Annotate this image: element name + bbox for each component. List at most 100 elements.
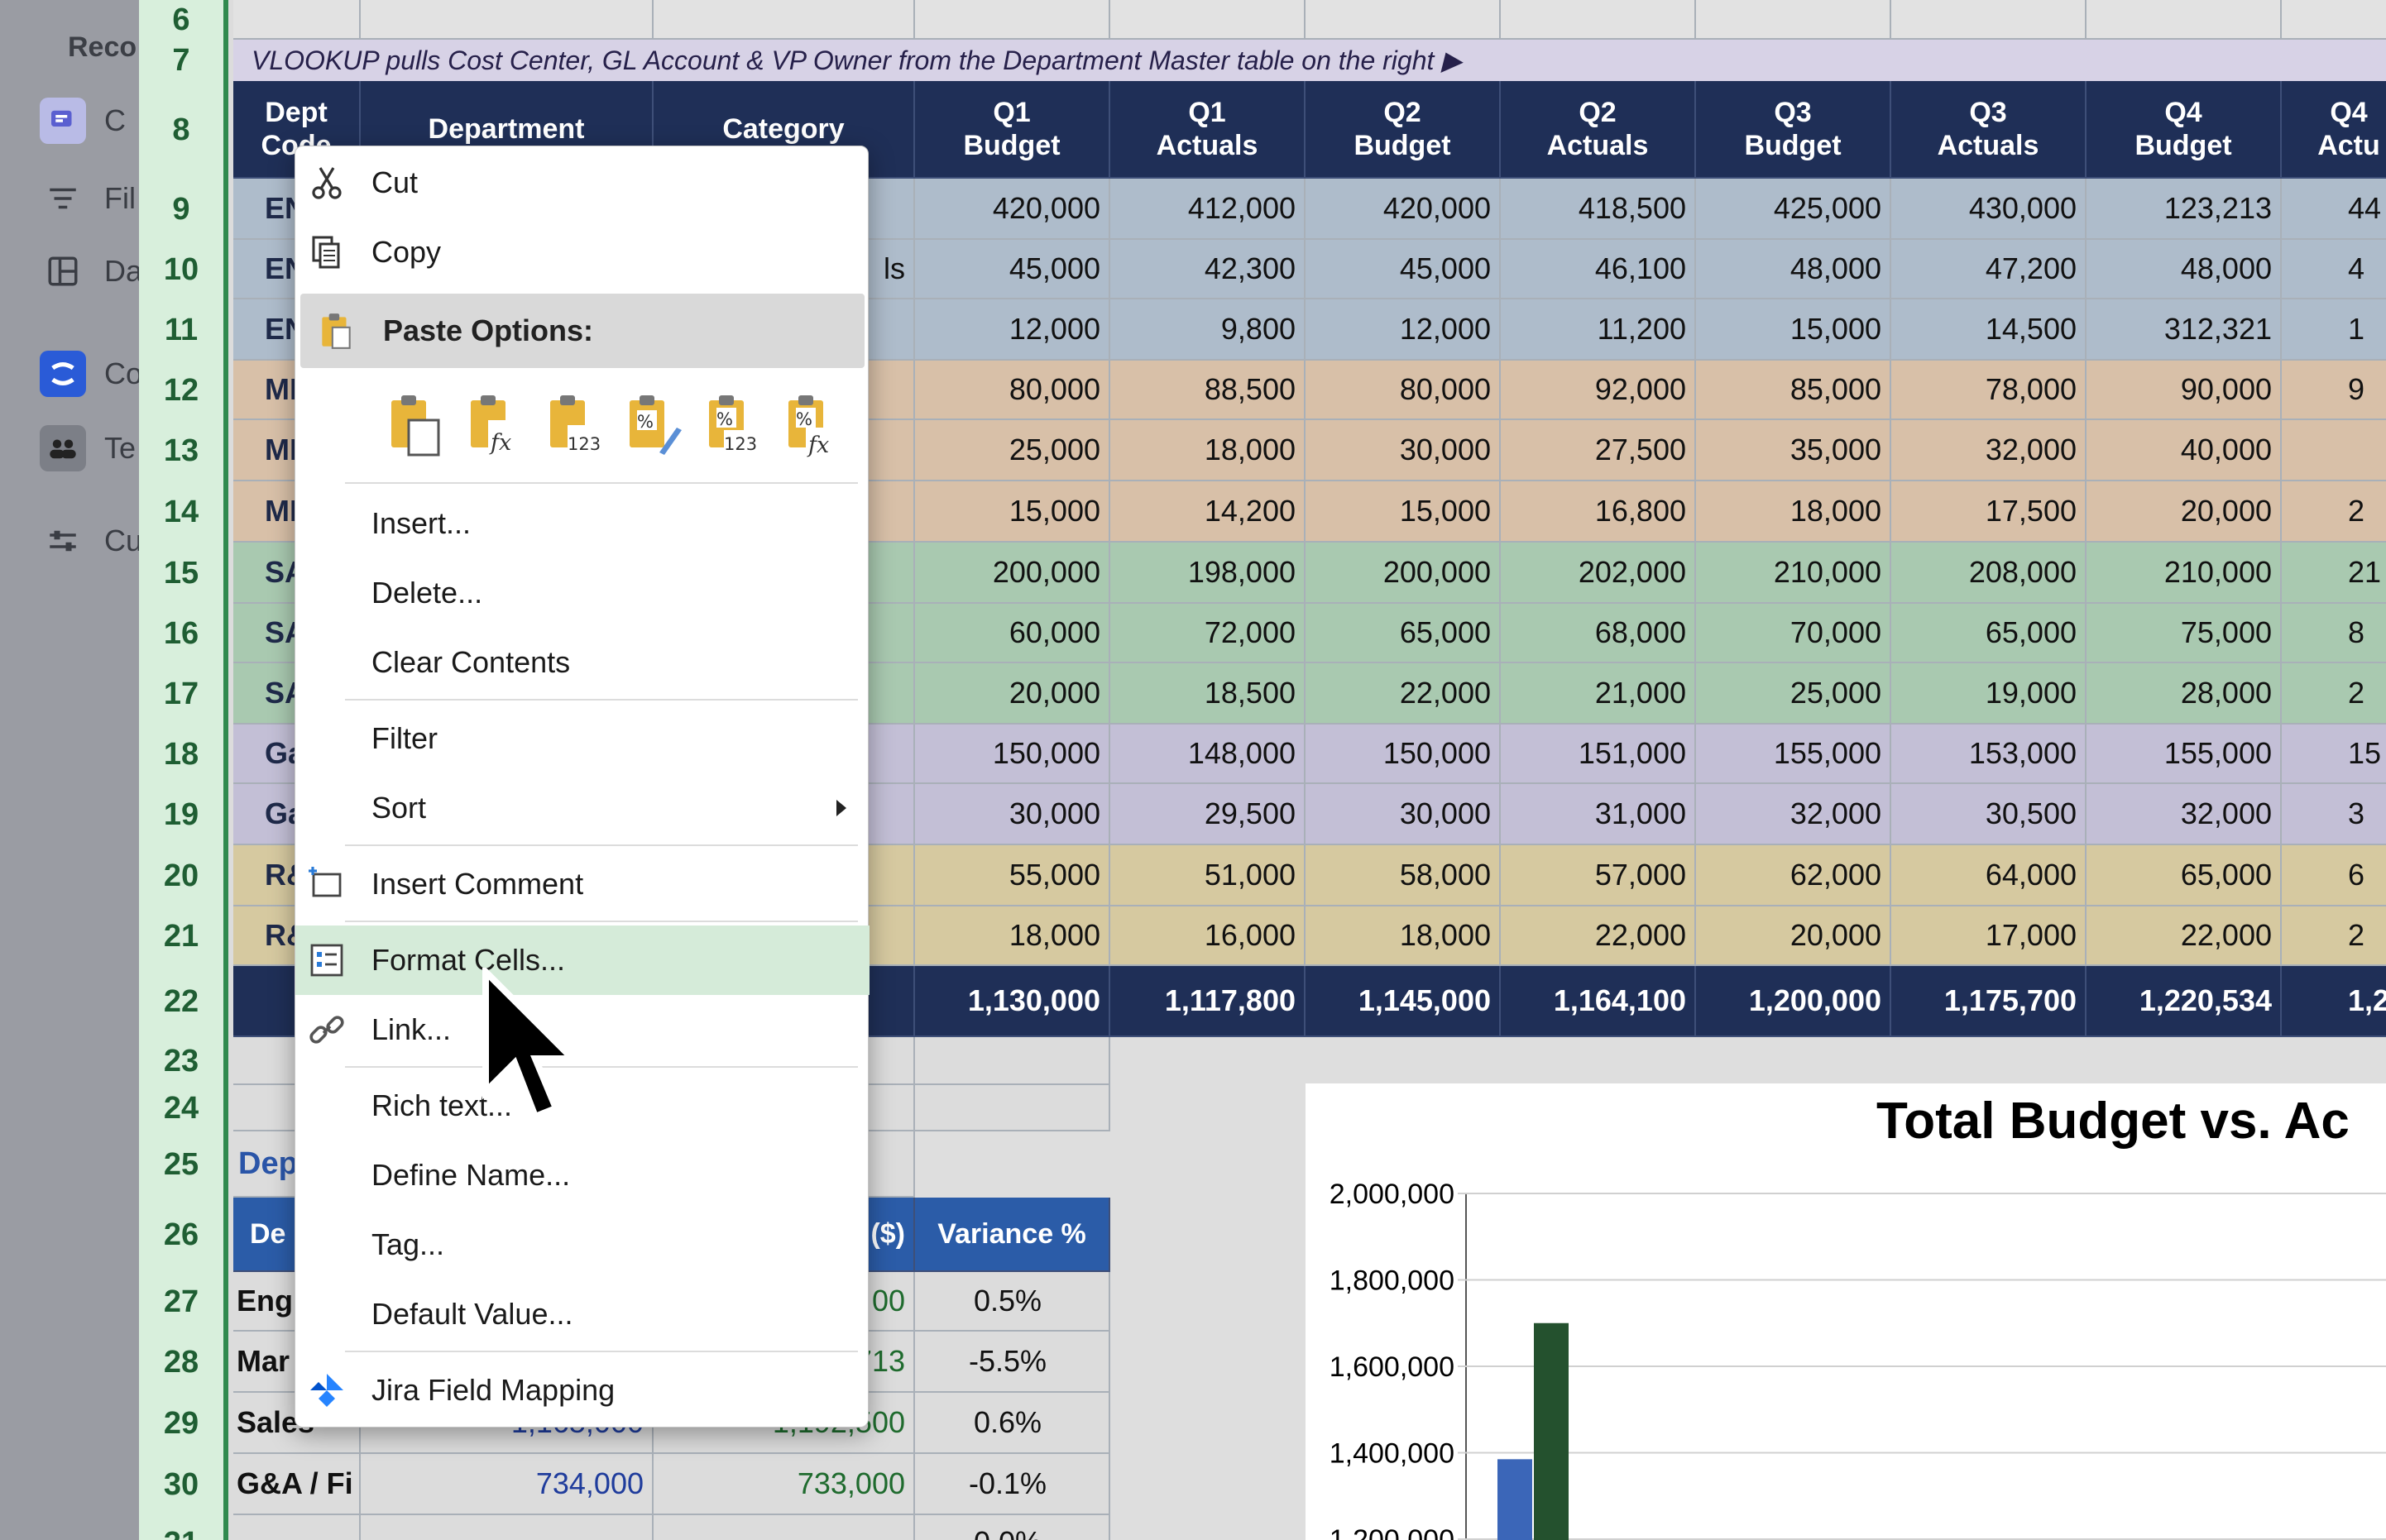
value-cell[interactable]: 30,000 bbox=[915, 784, 1110, 845]
value-cell[interactable]: 65,000 bbox=[1891, 604, 2087, 663]
value-cell[interactable]: 60,000 bbox=[915, 604, 1110, 663]
row-number[interactable]: 26 bbox=[139, 1198, 223, 1272]
value-cell[interactable]: 1 bbox=[2282, 299, 2386, 361]
sidebar-item-chat[interactable]: C bbox=[0, 98, 126, 144]
row-number[interactable]: 9 bbox=[139, 179, 223, 240]
total-cell[interactable]: 1,200,000 bbox=[1696, 966, 1891, 1037]
value-cell[interactable]: 45,000 bbox=[915, 240, 1110, 299]
value-cell[interactable]: 32,000 bbox=[1696, 784, 1891, 845]
summary-variance-cell[interactable]: 0.5% bbox=[915, 1272, 1110, 1332]
menu-item-define-name[interactable]: Define Name... bbox=[295, 1141, 870, 1210]
value-cell[interactable]: 155,000 bbox=[1696, 725, 1891, 784]
summary-dept-cell[interactable]: G&A / Fi bbox=[233, 1454, 361, 1515]
value-cell[interactable]: 412,000 bbox=[1110, 179, 1306, 240]
value-cell[interactable]: 14,500 bbox=[1891, 299, 2087, 361]
row-number[interactable]: 27 bbox=[139, 1272, 223, 1332]
value-cell[interactable]: 15 bbox=[2282, 725, 2386, 784]
value-cell[interactable]: 430,000 bbox=[1891, 179, 2087, 240]
empty-cell[interactable] bbox=[233, 0, 361, 40]
summary-variance-cell[interactable]: -5.5% bbox=[915, 1332, 1110, 1393]
value-cell[interactable]: 3 bbox=[2282, 784, 2386, 845]
value-cell[interactable]: 208,000 bbox=[1891, 543, 2087, 604]
empty-cell[interactable] bbox=[1110, 0, 1306, 40]
chart-bar[interactable] bbox=[1534, 1322, 1569, 1540]
value-cell[interactable]: 68,000 bbox=[1501, 604, 1696, 663]
summary-budget-cell[interactable] bbox=[361, 1515, 654, 1540]
value-cell[interactable]: 27,500 bbox=[1501, 420, 1696, 481]
row-number[interactable]: 24 bbox=[139, 1085, 223, 1131]
value-cell[interactable]: 153,000 bbox=[1891, 725, 2087, 784]
column-header[interactable]: Q3 Actuals bbox=[1891, 81, 2087, 179]
menu-item-copy[interactable]: Copy bbox=[295, 218, 870, 287]
value-cell[interactable]: 18,000 bbox=[1110, 420, 1306, 481]
row-number[interactable]: 15 bbox=[139, 543, 223, 604]
empty-cell[interactable] bbox=[915, 0, 1110, 40]
value-cell[interactable]: 29,500 bbox=[1110, 784, 1306, 845]
sidebar-item-customize[interactable]: Cu bbox=[0, 518, 139, 564]
menu-item-insert-comment[interactable]: Insert Comment bbox=[295, 849, 870, 919]
value-cell[interactable]: 14,200 bbox=[1110, 481, 1306, 543]
value-cell[interactable]: 9,800 bbox=[1110, 299, 1306, 361]
row-number[interactable]: 14 bbox=[139, 481, 223, 543]
value-cell[interactable]: 72,000 bbox=[1110, 604, 1306, 663]
sidebar-item-confluence[interactable]: Co bbox=[0, 351, 139, 397]
column-header[interactable]: Q1 Actuals bbox=[1110, 81, 1306, 179]
value-cell[interactable]: 85,000 bbox=[1696, 361, 1891, 420]
summary-dept-cell[interactable] bbox=[233, 1515, 361, 1540]
value-cell[interactable]: 90,000 bbox=[2087, 361, 2282, 420]
value-cell[interactable]: 16,000 bbox=[1110, 906, 1306, 966]
empty-cell[interactable] bbox=[915, 1037, 1110, 1085]
column-header[interactable]: Q4 Actu bbox=[2282, 81, 2386, 179]
value-cell[interactable]: 2 bbox=[2282, 481, 2386, 543]
row-number[interactable]: 22 bbox=[139, 966, 223, 1037]
value-cell[interactable]: 4 bbox=[2282, 240, 2386, 299]
empty-cell[interactable] bbox=[1696, 0, 1891, 40]
value-cell[interactable]: 21 bbox=[2282, 543, 2386, 604]
value-cell[interactable]: 22,000 bbox=[1501, 906, 1696, 966]
column-header[interactable]: Q1 Budget bbox=[915, 81, 1110, 179]
value-cell[interactable]: 20,000 bbox=[915, 663, 1110, 725]
value-cell[interactable]: 418,500 bbox=[1501, 179, 1696, 240]
value-cell[interactable]: 21,000 bbox=[1501, 663, 1696, 725]
value-cell[interactable]: 55,000 bbox=[915, 845, 1110, 906]
value-cell[interactable]: 12,000 bbox=[915, 299, 1110, 361]
empty-cell[interactable] bbox=[2282, 0, 2386, 40]
row-number[interactable]: 23 bbox=[139, 1037, 223, 1085]
value-cell[interactable]: 35,000 bbox=[1696, 420, 1891, 481]
paste-values-number-format-icon[interactable]: % 123 bbox=[704, 393, 764, 457]
menu-item-delete[interactable]: Delete... bbox=[295, 558, 870, 628]
value-cell[interactable]: 20,000 bbox=[2087, 481, 2282, 543]
row-number[interactable]: 13 bbox=[139, 420, 223, 481]
total-cell[interactable]: 1,175,700 bbox=[1891, 966, 2087, 1037]
value-cell[interactable]: 123,213 bbox=[2087, 179, 2282, 240]
menu-item-filter[interactable]: Filter bbox=[295, 704, 870, 773]
value-cell[interactable]: 88,500 bbox=[1110, 361, 1306, 420]
value-cell[interactable]: 45,000 bbox=[1306, 240, 1501, 299]
column-header[interactable]: Q3 Budget bbox=[1696, 81, 1891, 179]
menu-item-jira-field-mapping[interactable]: Jira Field Mapping bbox=[295, 1356, 870, 1425]
paste-formatting-icon[interactable]: % bbox=[625, 393, 684, 457]
value-cell[interactable] bbox=[2282, 420, 2386, 481]
value-cell[interactable]: 198,000 bbox=[1110, 543, 1306, 604]
summary-budget-cell[interactable]: 734,000 bbox=[361, 1454, 654, 1515]
sidebar-item-dashboards[interactable]: Da bbox=[0, 248, 139, 294]
total-cell[interactable]: 1,21 bbox=[2282, 966, 2386, 1037]
value-cell[interactable]: 6 bbox=[2282, 845, 2386, 906]
menu-item-default-value[interactable]: Default Value... bbox=[295, 1279, 870, 1349]
row-number[interactable]: 31 bbox=[139, 1515, 223, 1540]
value-cell[interactable]: 25,000 bbox=[915, 420, 1110, 481]
value-cell[interactable]: 15,000 bbox=[1696, 299, 1891, 361]
value-cell[interactable]: 30,000 bbox=[1306, 784, 1501, 845]
row-number[interactable]: 21 bbox=[139, 906, 223, 966]
value-cell[interactable]: 2 bbox=[2282, 906, 2386, 966]
summary-variance-cell[interactable]: -0.1% bbox=[915, 1454, 1110, 1515]
sidebar-item-filters[interactable]: Fil bbox=[0, 175, 136, 222]
column-header[interactable]: Q2 Budget bbox=[1306, 81, 1501, 179]
value-cell[interactable]: 16,800 bbox=[1501, 481, 1696, 543]
row-number[interactable]: 11 bbox=[139, 299, 223, 361]
menu-item-link[interactable]: Link... bbox=[295, 995, 870, 1064]
menu-item-rich-text[interactable]: Rich text... bbox=[295, 1071, 870, 1141]
value-cell[interactable]: 15,000 bbox=[1306, 481, 1501, 543]
value-cell[interactable]: 22,000 bbox=[1306, 663, 1501, 725]
summary-actual-cell[interactable]: 733,000 bbox=[654, 1454, 915, 1515]
